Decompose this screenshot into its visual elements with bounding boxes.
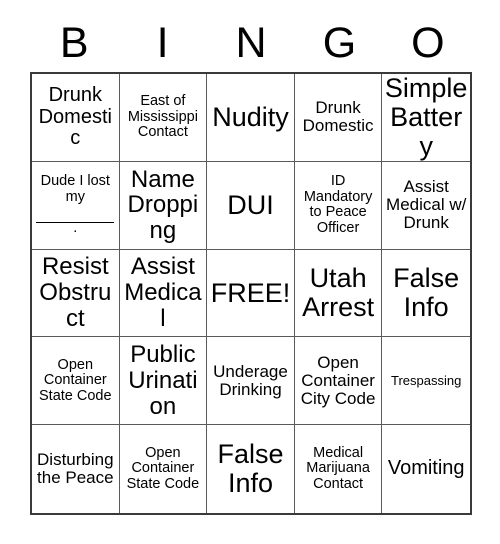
bingo-card: B I N G O Drunk Domestic East of Mississ… (0, 0, 500, 544)
bingo-cell-label: Name Dropping (127, 165, 199, 245)
bingo-cell-r2c2[interactable]: Name Dropping (119, 161, 208, 250)
bingo-cell-label: Drunk Domestic (302, 98, 374, 136)
bingo-cell-r4c4[interactable]: Open Container City Code (294, 337, 383, 426)
bingo-cell-r3c2[interactable]: Assist Medical (119, 249, 208, 338)
bingo-cell-r4c1[interactable]: Open Container State Code (32, 337, 120, 426)
bingo-cell-label: Resist Obstruct (39, 253, 112, 332)
bingo-cell-label: Assist Medical w/ Drunk (386, 176, 467, 233)
bingo-cell-r2c4[interactable]: ID Mandatory to Peace Officer (294, 161, 383, 250)
bingo-cell-label: ID Mandatory to Peace Officer (303, 173, 373, 236)
bingo-cell-label: False Info (393, 263, 460, 322)
bingo-cell-r1c1[interactable]: Drunk Domestic (32, 74, 120, 162)
bingo-cell-r3c1[interactable]: Resist Obstruct (32, 249, 120, 338)
bingo-grid: Drunk Domestic East of Mississippi Conta… (30, 72, 472, 515)
bingo-cell-r4c3[interactable]: Underage Drinking (207, 337, 295, 426)
bingo-cell-r5c2[interactable]: Open Container State Code (119, 425, 208, 513)
bingo-blank-line-wrap: . (34, 205, 117, 236)
bingo-cell-label: Public Urination (128, 341, 198, 420)
bingo-cell-label: Open Container City Code (300, 352, 376, 408)
bingo-cell-r5c1[interactable]: Disturbing the Peace (32, 425, 120, 513)
bingo-header-letter-o: O (411, 18, 445, 67)
bingo-cell-r1c3[interactable]: Nudity (207, 74, 295, 162)
bingo-header-letter-i: I (156, 18, 169, 67)
bingo-cell-label: Disturbing the Peace (37, 449, 114, 488)
bingo-cell-r2c3[interactable]: DUI (207, 161, 295, 250)
bingo-cell-label: Open Container State Code (39, 356, 112, 404)
bingo-cell-r2c1[interactable]: Dude I lost my . (32, 161, 120, 250)
bingo-cell-r5c5[interactable]: Vomiting (382, 425, 470, 513)
bingo-cell-label: Utah Arrest (302, 263, 375, 322)
bingo-header-letter-g: G (322, 18, 357, 67)
bingo-header-row: B I N G O (30, 14, 472, 72)
bingo-cell-label: Dude I lost my (40, 173, 110, 205)
bingo-cell-label: Assist Medical (124, 253, 202, 332)
bingo-cell-label: False Info (217, 439, 284, 499)
bingo-cell-label: Nudity (212, 101, 289, 132)
bingo-cell-r5c3[interactable]: False Info (207, 425, 295, 513)
bingo-cell-r5c4[interactable]: Medical Marijuana Contact (294, 425, 383, 513)
bingo-cell-fill-in-blank: Dude I lost my . (34, 173, 117, 236)
bingo-cell-label: DUI (227, 189, 274, 220)
bingo-cell-r3c5[interactable]: False Info (382, 249, 470, 338)
bingo-cell-label: Simple Battery (384, 74, 468, 161)
bingo-cell-label: Trespassing (391, 372, 462, 388)
bingo-cell-label: Underage Drinking (213, 361, 288, 399)
bingo-cell-label: Drunk Domestic (38, 84, 112, 150)
bingo-cell-r1c4[interactable]: Drunk Domestic (294, 74, 383, 162)
bingo-header-letter-n: N (235, 18, 267, 67)
bingo-cell-r3c4[interactable]: Utah Arrest (294, 249, 383, 338)
bingo-cell-label: East of Mississippi Contact (127, 93, 198, 141)
bingo-cell-r4c5[interactable]: Trespassing (382, 337, 470, 426)
bingo-cell-label: Vomiting (387, 457, 465, 480)
bingo-cell-r1c2[interactable]: East of Mississippi Contact (119, 74, 208, 162)
bingo-cell-r2c5[interactable]: Assist Medical w/ Drunk (382, 161, 470, 250)
bingo-cell-free-space[interactable]: FREE! (207, 249, 295, 338)
bingo-cell-r1c5[interactable]: Simple Battery (382, 74, 470, 162)
bingo-cell-r4c2[interactable]: Public Urination (119, 337, 208, 426)
bingo-cell-label: Medical Marijuana Contact (306, 444, 370, 492)
bingo-cell-label: FREE! (210, 277, 291, 308)
bingo-cell-suffix: . (73, 219, 78, 236)
bingo-header-letter-b: B (59, 18, 89, 67)
bingo-cell-label: Open Container State Code (126, 444, 200, 492)
